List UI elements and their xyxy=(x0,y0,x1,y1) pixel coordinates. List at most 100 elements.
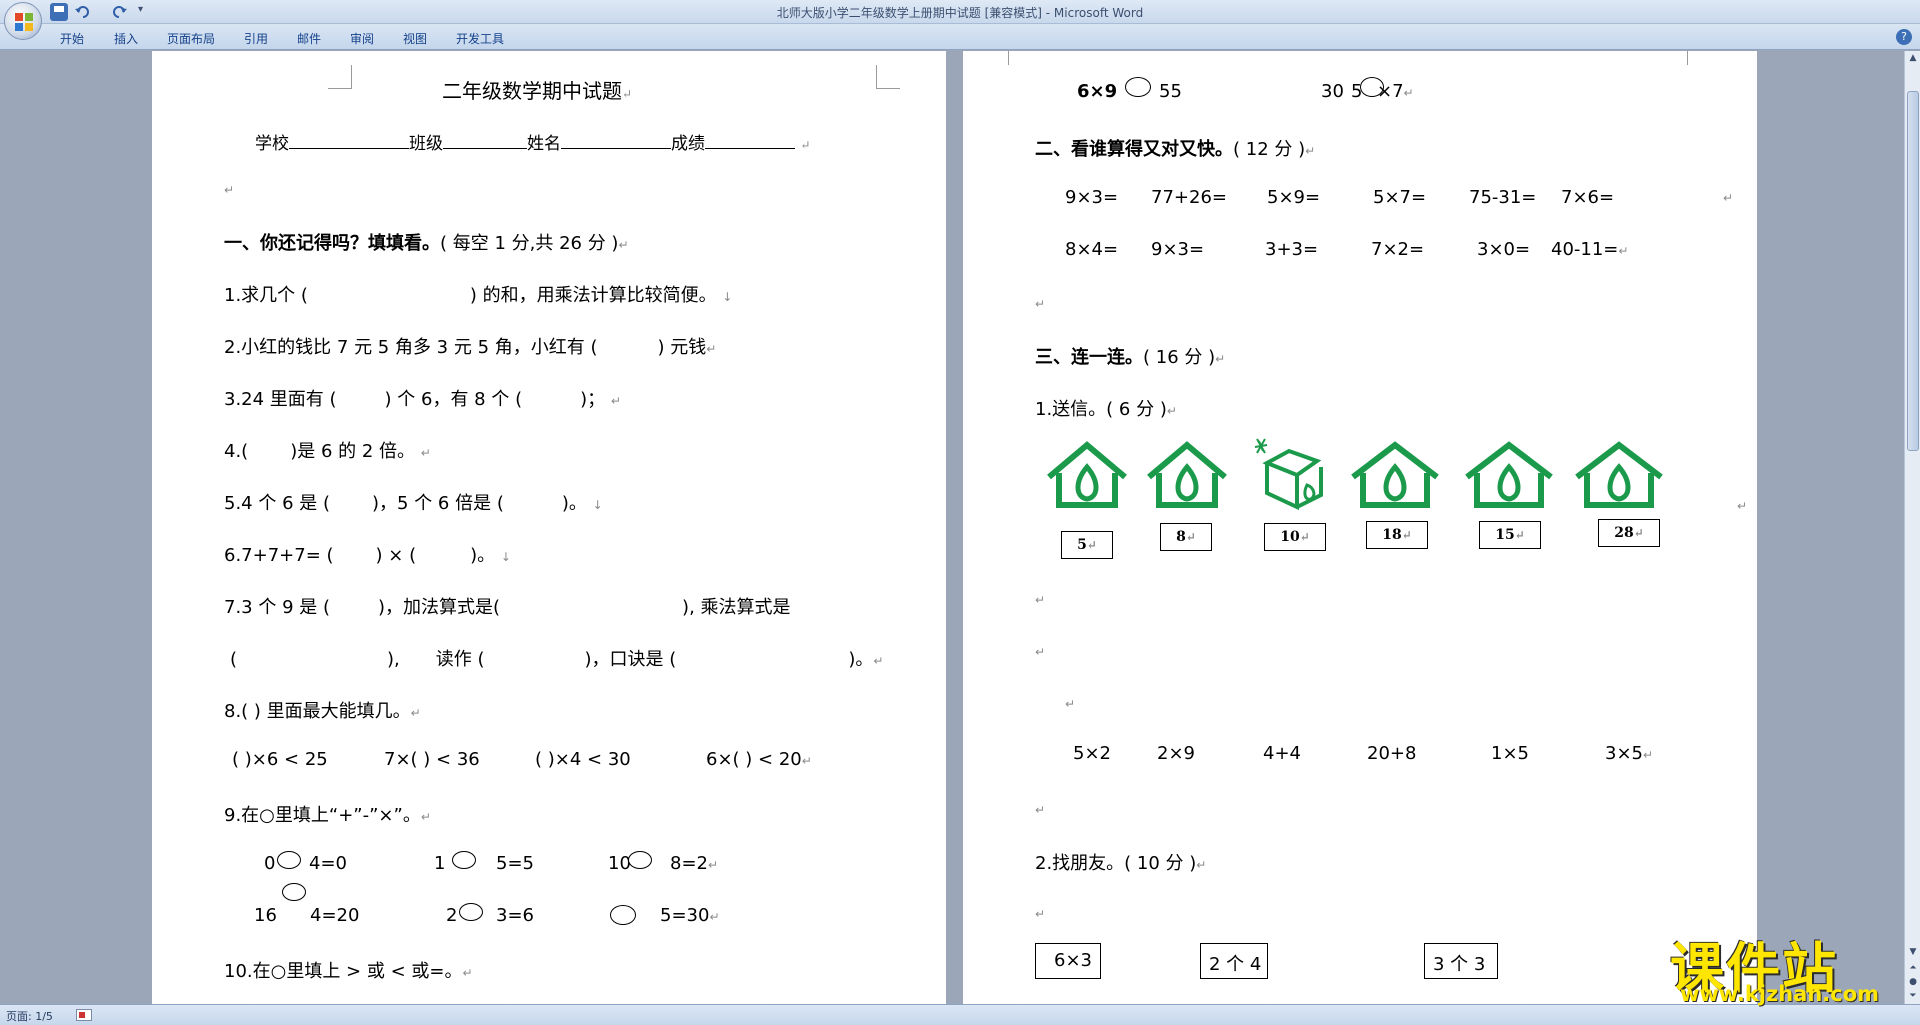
paragraph-mark: ↵ xyxy=(1035,645,1046,659)
paragraph-mark: ↵ xyxy=(1035,907,1046,921)
q9-value: 4=0 xyxy=(309,853,347,874)
friend-box: 3 个 3 xyxy=(1424,943,1498,979)
crop-mark xyxy=(985,51,1009,65)
q9-value: 0 xyxy=(264,853,276,874)
paragraph-mark: ↵ xyxy=(1035,593,1046,607)
calc-item: 3+3= xyxy=(1265,239,1319,260)
crop-mark xyxy=(1687,51,1711,65)
letter-expression: 5×2 xyxy=(1073,743,1111,764)
house-icon xyxy=(1147,441,1227,508)
calc-item: 9×3= xyxy=(1065,187,1119,208)
house-icon xyxy=(1575,441,1663,508)
question-8: 8.( ) 里面最大能填几。↵ xyxy=(224,701,421,722)
scroll-up-icon[interactable]: ▲ xyxy=(1908,53,1918,63)
vertical-scrollbar[interactable]: ▲ ▼ ⏶ ● ⏷ xyxy=(1904,51,1920,1004)
document-workspace: 二年级数学期中试题↵ 学校 班级 姓名 成绩 ↵ ↵ 一、你还记得吗？填填看。( 每空… xyxy=(0,51,1904,1004)
tab-page-layout[interactable]: 页面布局 xyxy=(167,30,215,47)
tab-insert[interactable]: 插入 xyxy=(114,30,138,47)
answer-circle[interactable] xyxy=(610,905,636,925)
q8-item: ( )×6 < 25 xyxy=(232,749,328,770)
compare-item: ×7↵ xyxy=(1377,81,1414,102)
q9-value: 5=30↵ xyxy=(660,905,720,926)
section3-heading: 三、连一连。( 16 分 )↵ xyxy=(1035,347,1226,368)
q9-value: 4=20 xyxy=(310,905,360,926)
q9-value: 5=5 xyxy=(496,853,534,874)
section2-heading: 二、看谁算得又对又快。( 12 分 )↵ xyxy=(1035,139,1316,160)
house-number-box: 18↵ xyxy=(1366,521,1428,549)
browse-object-icon[interactable]: ● xyxy=(1908,977,1918,987)
paragraph-mark: ↵ xyxy=(224,183,235,197)
section1-heading: 一、你还记得吗？填填看。( 每空 1 分,共 26 分 )↵ xyxy=(224,233,629,254)
compare-item: 30 xyxy=(1321,81,1344,102)
house-number-box: 10↵ xyxy=(1264,523,1326,551)
question-2: 2.小红的钱比 7 元 5 角多 3 元 5 角，小红有 () 元钱↵ xyxy=(224,337,717,358)
tab-developer[interactable]: 开发工具 xyxy=(456,30,504,47)
answer-circle[interactable] xyxy=(452,851,476,869)
calc-item: 5×7= xyxy=(1373,187,1427,208)
previous-page-icon[interactable]: ⏶ xyxy=(1908,963,1918,973)
calc-item: 75-31= xyxy=(1469,187,1537,208)
letter-expression: 3×5↵ xyxy=(1605,743,1654,764)
q8-item: 6×( ) < 20↵ xyxy=(706,749,812,770)
watermark-logo: 课件站 www.kjzhan.com xyxy=(1658,924,1908,1006)
office-button[interactable] xyxy=(4,2,42,40)
house-number-box: 28↵ xyxy=(1598,519,1660,547)
calc-item: 8×4= xyxy=(1065,239,1119,260)
answer-circle[interactable] xyxy=(1125,77,1151,97)
question-10: 10.在○里填上 > 或 < 或=。↵ xyxy=(224,961,473,982)
house-number-box: 15↵ xyxy=(1479,521,1541,549)
q9-value: 3=6 xyxy=(496,905,534,926)
friend-box: 6×3 xyxy=(1035,943,1101,979)
q9-value: 1 xyxy=(434,853,446,874)
crop-mark xyxy=(328,65,352,89)
question-5: 5.4 个 6 是 ()，5 个 6 倍是 ()。 ↓ xyxy=(224,493,603,514)
answer-circle[interactable] xyxy=(277,851,301,869)
crop-mark xyxy=(876,65,900,89)
paragraph-mark: ↵ xyxy=(1723,191,1734,205)
q9-value: 10 xyxy=(608,853,631,874)
letter-expression: 20+8 xyxy=(1367,743,1417,764)
status-bar: 页面: 1/5 xyxy=(0,1004,1920,1025)
q8-item: ( )×4 < 30 xyxy=(535,749,631,770)
calc-item: 7×2= xyxy=(1371,239,1425,260)
watermark-url: www.kjzhan.com xyxy=(1680,982,1880,1006)
calc-item: 7×6= xyxy=(1561,187,1615,208)
calc-item: 9×3= xyxy=(1151,239,1205,260)
q9-value: 8=2↵ xyxy=(670,853,719,874)
calc-item: 40-11=↵ xyxy=(1551,239,1629,260)
answer-circle[interactable] xyxy=(628,851,652,869)
tab-references[interactable]: 引用 xyxy=(244,30,268,47)
friend-box: 2 个 4 xyxy=(1200,943,1268,979)
q9-value: 16 xyxy=(254,905,277,926)
ribbon-tabs: 开始 插入 页面布局 引用 邮件 审阅 视图 开发工具 ? xyxy=(0,24,1920,50)
question-1: 1.求几个 () 的和，用乘法计算比较简便。 ↓ xyxy=(224,285,733,306)
question-6: 6.7+7+7= () × ()。 ↓ xyxy=(224,545,511,566)
next-page-icon[interactable]: ⏷ xyxy=(1908,991,1918,1001)
question-9: 9.在○里填上“+”-”×”。↵ xyxy=(224,805,431,826)
calc-item: 3×0= xyxy=(1477,239,1531,260)
sub-question-1: 1.送信。( 6 分 )↵ xyxy=(1035,399,1177,420)
help-icon[interactable]: ? xyxy=(1896,29,1912,45)
scrollbar-thumb[interactable] xyxy=(1907,91,1919,451)
tab-view[interactable]: 视图 xyxy=(403,30,427,47)
house-icon xyxy=(1047,441,1127,508)
compare-item: 6×9 xyxy=(1077,81,1118,102)
letter-expression: 1×5 xyxy=(1491,743,1529,764)
tab-review[interactable]: 审阅 xyxy=(350,30,374,47)
tab-mailings[interactable]: 邮件 xyxy=(297,30,321,47)
answer-circle[interactable] xyxy=(459,903,483,921)
house-3d-icon xyxy=(1254,438,1323,511)
calc-item: 5×9= xyxy=(1267,187,1321,208)
calc-item: 77+26= xyxy=(1151,187,1227,208)
house-number-box: 5↵ xyxy=(1061,531,1113,559)
compare-item: 55 xyxy=(1159,81,1182,102)
tab-home[interactable]: 开始 xyxy=(60,30,84,47)
proofing-icon[interactable] xyxy=(76,1009,92,1021)
page-left: 二年级数学期中试题↵ 学校 班级 姓名 成绩 ↵ ↵ 一、你还记得吗？填填看。( 每空… xyxy=(152,51,946,1004)
scroll-down-icon[interactable]: ▼ xyxy=(1908,947,1918,957)
info-line: 学校 班级 姓名 成绩 ↵ xyxy=(255,134,811,154)
question-4: 4.()是 6 的 2 倍。 ↵ xyxy=(224,441,431,462)
page-count[interactable]: 页面: 1/5 xyxy=(6,1008,53,1024)
answer-circle[interactable] xyxy=(282,883,306,901)
house-number-box: 8↵ xyxy=(1160,523,1212,551)
